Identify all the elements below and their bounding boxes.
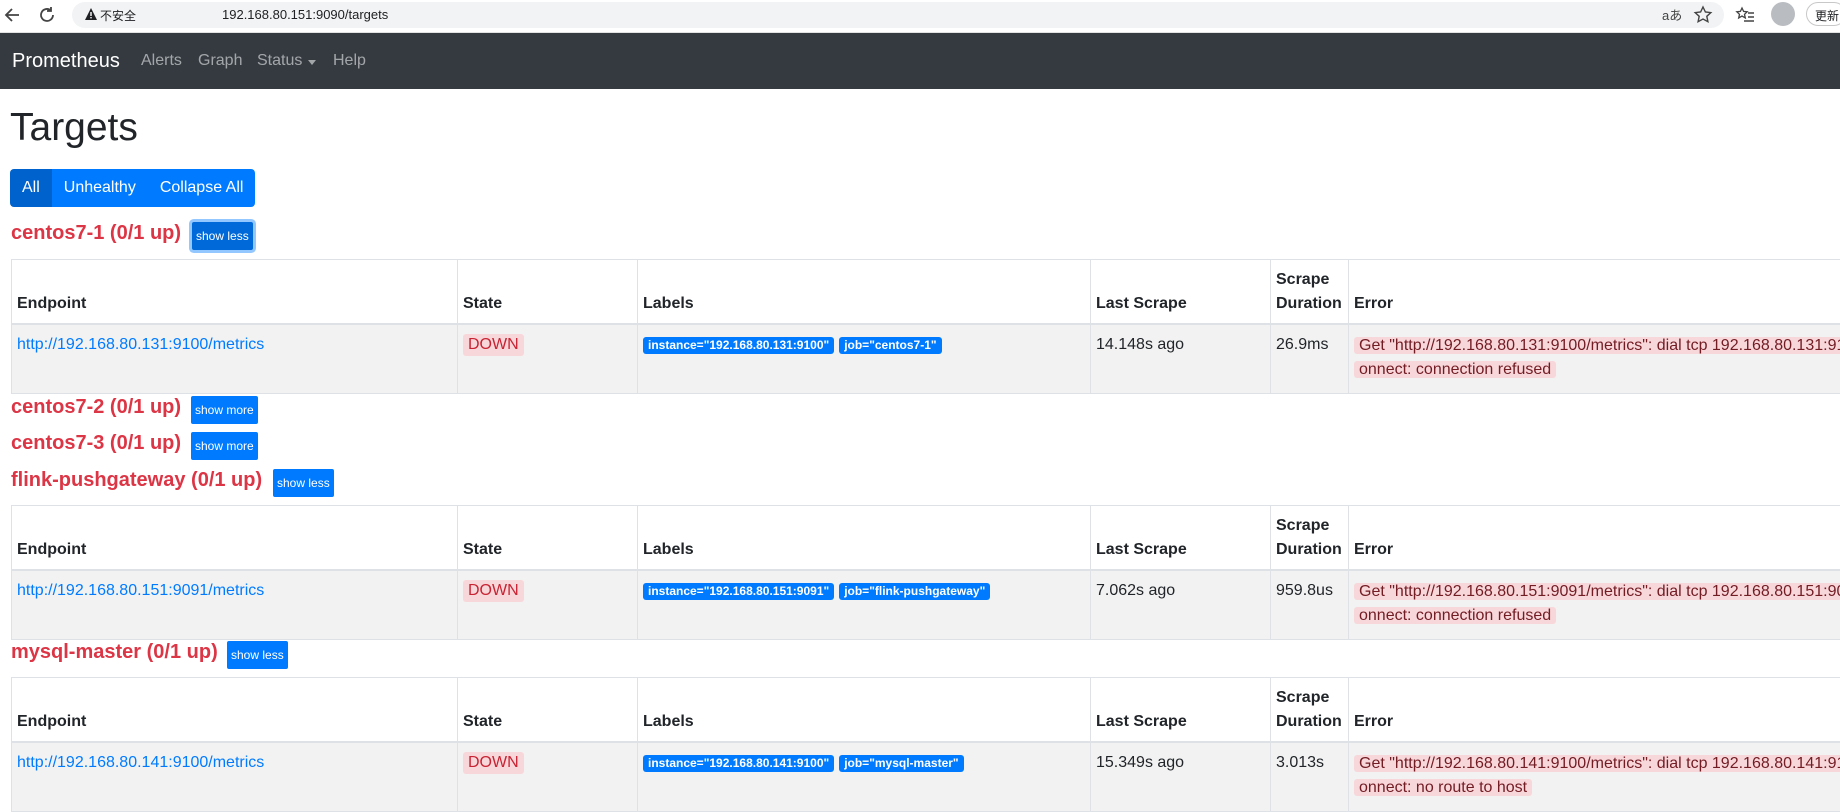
column-header[interactable]: Error [1349,260,1840,325]
column-header[interactable]: Last Scrape [1091,678,1271,743]
show-less-button[interactable]: show less [192,222,253,250]
label-badge: instance="192.168.80.141:9100" [643,755,834,772]
targets-table: Endpoint State Labels Last Scrape Scrape… [11,505,1840,640]
error-message: Get "http://192.168.80.131:9100/metrics"… [1354,337,1840,354]
nav-help[interactable]: Help [333,52,366,70]
filter-button-group: All Unhealthy Collapse All [10,169,255,207]
state-badge: DOWN [463,580,524,602]
targets-table: Endpoint State Labels Last Scrape Scrape… [11,677,1840,812]
column-header[interactable]: Scrape Duration [1271,506,1349,571]
column-header[interactable]: Scrape Duration [1271,678,1349,743]
table-row: http://192.168.80.131:9100/metrics DOWN … [12,324,1840,394]
job-title: centos7-1 (0/1 up) [11,222,181,245]
endpoint-link[interactable]: http://192.168.80.141:9100/metrics [17,754,264,771]
error-message: onnect: connection refused [1354,607,1556,624]
reload-icon[interactable] [36,4,58,26]
column-header[interactable]: Endpoint [12,260,458,325]
scrape-duration: 3.013s [1271,742,1349,812]
last-scrape: 14.148s ago [1091,324,1271,394]
label-badge: job="flink-pushgateway" [839,583,990,600]
table-row: http://192.168.80.141:9100/metrics DOWN … [12,742,1840,812]
nav-graph[interactable]: Graph [198,52,242,70]
table-row: http://192.168.80.151:9091/metrics DOWN … [12,570,1840,640]
label-badge: instance="192.168.80.131:9100" [643,337,834,354]
label-badge: instance="192.168.80.151:9091" [643,583,834,600]
column-header[interactable]: Endpoint [12,506,458,571]
column-header[interactable]: Last Scrape [1091,260,1271,325]
brand-logo[interactable]: Prometheus [12,50,120,73]
table-header-row: Endpoint State Labels Last Scrape Scrape… [12,260,1840,325]
table-header-row: Endpoint State Labels Last Scrape Scrape… [12,506,1840,571]
filter-unhealthy-button[interactable]: Unhealthy [52,169,148,207]
browser-toolbar: 不安全 192.168.80.151:9090/targets aあ 更新 [0,0,1840,33]
last-scrape: 7.062s ago [1091,570,1271,640]
show-less-button[interactable]: show less [227,641,288,669]
column-header[interactable]: Endpoint [12,678,458,743]
insecure-label[interactable]: 不安全 [100,7,136,24]
url-text[interactable]: 192.168.80.151:9090/targets [222,7,388,22]
job-title: flink-pushgateway (0/1 up) [11,469,262,492]
error-message: onnect: connection refused [1354,361,1556,378]
endpoint-link[interactable]: http://192.168.80.151:9091/metrics [17,582,264,599]
column-header[interactable]: Scrape Duration [1271,260,1349,325]
column-header[interactable]: State [458,506,638,571]
update-button[interactable]: 更新 [1806,2,1840,26]
error-message: Get "http://192.168.80.151:9091/metrics"… [1354,583,1840,600]
job-title: centos7-2 (0/1 up) [11,396,181,419]
column-header[interactable]: State [458,260,638,325]
state-badge: DOWN [463,334,524,356]
filter-all-button[interactable]: All [10,169,52,207]
reader-mode-icon[interactable]: aあ [1662,5,1682,24]
label-badge: job="centos7-1" [839,337,941,354]
warning-icon [84,7,98,21]
scrape-duration: 26.9ms [1271,324,1349,394]
back-arrow-icon[interactable] [2,4,24,26]
scrape-duration: 959.8us [1271,570,1349,640]
column-header[interactable]: Last Scrape [1091,506,1271,571]
star-icon[interactable] [1692,4,1714,26]
favorites-icon[interactable] [1734,4,1756,26]
state-badge: DOWN [463,752,524,774]
collapse-all-button[interactable]: Collapse All [148,169,256,207]
label-badge: job="mysql-master" [839,755,963,772]
nav-alerts[interactable]: Alerts [141,52,182,70]
table-header-row: Endpoint State Labels Last Scrape Scrape… [12,678,1840,743]
job-title: mysql-master (0/1 up) [11,641,218,664]
page-title: Targets [10,106,138,150]
column-header[interactable]: Labels [638,260,1091,325]
error-message: Get "http://192.168.80.141:9100/metrics"… [1354,755,1840,772]
address-bar[interactable]: 不安全 192.168.80.151:9090/targets [72,2,1724,28]
job-title: centos7-3 (0/1 up) [11,432,181,455]
endpoint-link[interactable]: http://192.168.80.131:9100/metrics [17,336,264,353]
error-message: onnect: no route to host [1354,779,1532,796]
last-scrape: 15.349s ago [1091,742,1271,812]
nav-status[interactable]: Status [257,52,302,70]
column-header[interactable]: Labels [638,678,1091,743]
show-more-button[interactable]: show more [191,432,258,460]
chevron-down-icon[interactable] [308,60,316,65]
column-header[interactable]: Error [1349,678,1840,743]
column-header[interactable]: Error [1349,506,1840,571]
show-less-button[interactable]: show less [273,469,334,497]
profile-avatar[interactable] [1771,2,1795,26]
targets-table: Endpoint State Labels Last Scrape Scrape… [11,259,1840,394]
column-header[interactable]: State [458,678,638,743]
show-more-button[interactable]: show more [191,396,258,424]
column-header[interactable]: Labels [638,506,1091,571]
top-navbar: Prometheus Alerts Graph Status Help [0,33,1840,89]
